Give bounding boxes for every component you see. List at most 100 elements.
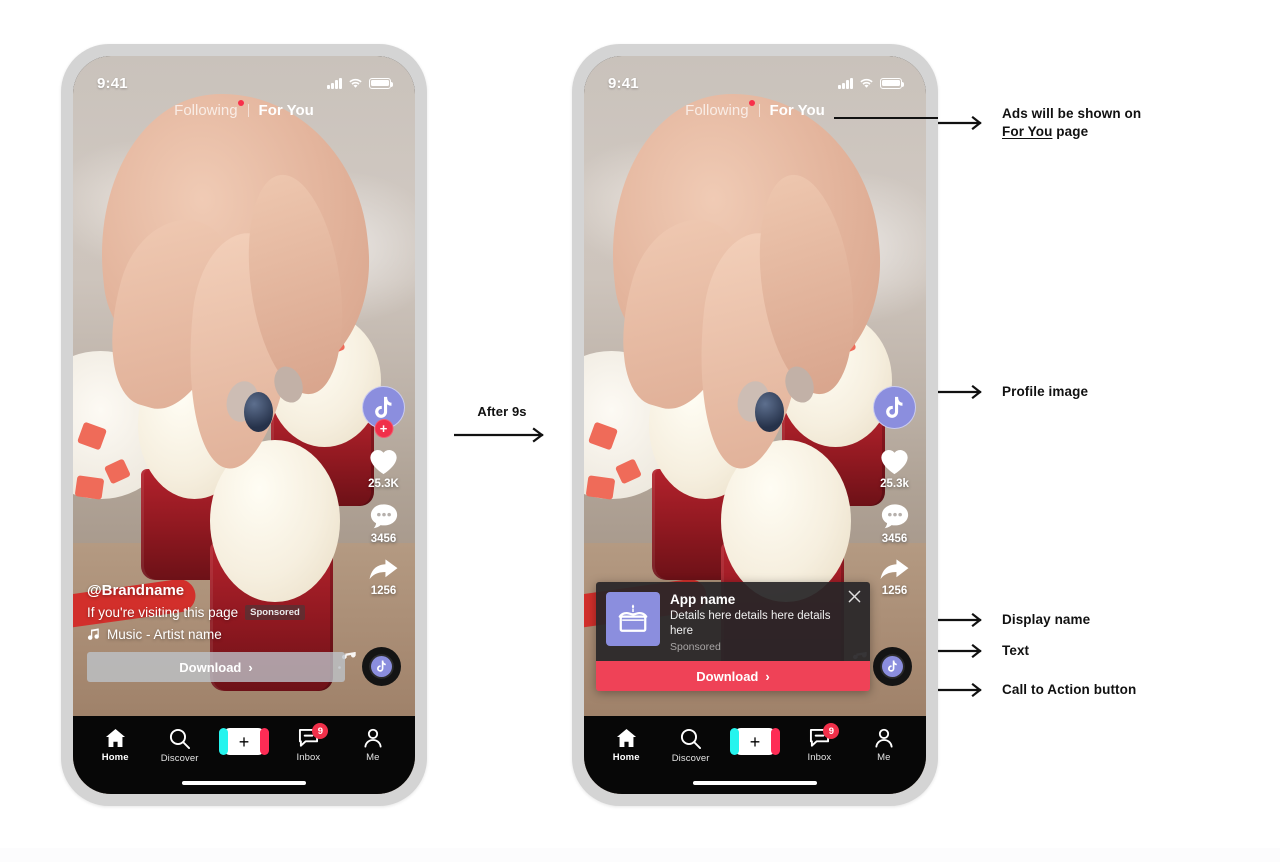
- disc-hub: [371, 656, 392, 677]
- share-count: 1256: [881, 585, 908, 597]
- battery-icon: [369, 77, 394, 89]
- nav-item-create[interactable]: +: [212, 728, 276, 755]
- like-count: 25.3K: [368, 478, 399, 490]
- tab-separator: [758, 104, 760, 117]
- nav-item-me[interactable]: Me: [852, 728, 916, 763]
- share-action[interactable]: 1256: [368, 557, 399, 597]
- comment-action[interactable]: 3456: [880, 502, 910, 545]
- anno-for-you-text: Ads will be shown on For You page: [1002, 105, 1141, 140]
- nav-item-inbox[interactable]: 9 Inbox: [787, 723, 851, 763]
- ad-text-block: App name Details here details here detai…: [670, 592, 860, 653]
- tab-for-you-label: For You: [258, 102, 314, 119]
- music-line[interactable]: Music - Artist name: [87, 627, 345, 642]
- person-icon: [875, 728, 893, 748]
- phone-screen: 9:41 Following For You: [73, 56, 415, 794]
- nav-label-inbox: Inbox: [807, 752, 832, 763]
- anno-profile-text: Profile image: [1002, 384, 1089, 399]
- phone-screen: 9:41 Following For You: [584, 56, 926, 794]
- share-arrow-icon: [369, 559, 398, 580]
- phone-after: 9:41 Following For You 25.3k 3456 1256 A…: [572, 44, 938, 806]
- battery-icon: [880, 77, 905, 89]
- cta-download-button[interactable]: Download ›: [596, 661, 870, 691]
- tab-following-label: Following: [174, 102, 238, 119]
- comment-count: 3456: [370, 533, 397, 545]
- heart-icon: [881, 450, 908, 475]
- close-icon[interactable]: [848, 590, 861, 603]
- nav-item-discover[interactable]: Discover: [147, 728, 211, 764]
- tab-separator: [247, 104, 249, 117]
- following-notification-dot: [237, 100, 244, 106]
- like-action[interactable]: 25.3K: [368, 447, 399, 490]
- nav-item-me[interactable]: Me: [341, 728, 405, 763]
- profile-image[interactable]: +: [362, 386, 405, 438]
- transition-label: After 9s: [477, 404, 527, 419]
- anno-profile: Profile image: [938, 383, 1088, 401]
- comment-icon: [881, 504, 908, 529]
- nav-item-discover[interactable]: Discover: [658, 728, 722, 764]
- transition-annotation: After 9s: [452, 404, 552, 448]
- tab-for-you-label: For You: [769, 102, 825, 119]
- page-bottom-divider: [0, 848, 1280, 862]
- ad-sponsored-label: Sponsored: [670, 641, 721, 653]
- transition-arrow-icon: [452, 427, 544, 443]
- cta-download-button[interactable]: Download ›: [87, 652, 345, 682]
- comment-action[interactable]: 3456: [369, 502, 399, 545]
- ad-card: App name Details here details here detai…: [596, 582, 870, 691]
- nav-item-home[interactable]: Home: [594, 728, 658, 763]
- anno-cta: Call to Action button: [938, 681, 1136, 699]
- tab-following[interactable]: Following: [685, 100, 755, 119]
- ad-display-name: App name: [670, 592, 736, 608]
- create-plus-icon[interactable]: +: [730, 728, 781, 755]
- person-icon: [364, 728, 382, 748]
- tab-following[interactable]: Following: [174, 100, 244, 119]
- arrow-right-icon: [938, 384, 982, 399]
- cake-icon: [618, 604, 648, 633]
- anno-text: Text: [938, 642, 1029, 660]
- cta-label: Download: [179, 659, 242, 675]
- nav-label-inbox: Inbox: [296, 752, 321, 763]
- nav-item-create[interactable]: +: [723, 728, 787, 755]
- nav-item-home[interactable]: Home: [83, 728, 147, 763]
- sponsored-badge: Sponsored: [245, 605, 305, 620]
- chevron-right-icon: ›: [248, 659, 253, 675]
- heart-icon: [370, 450, 397, 475]
- nav-label-discover: Discover: [160, 753, 199, 764]
- tab-following-label: Following: [685, 102, 749, 119]
- nav-item-inbox[interactable]: 9 Inbox: [276, 723, 340, 763]
- search-icon: [170, 728, 191, 749]
- tiktok-note-icon: [886, 396, 903, 418]
- nav-label-discover: Discover: [671, 753, 710, 764]
- nav-label-me: Me: [366, 752, 380, 763]
- profile-image[interactable]: [873, 386, 916, 429]
- music-note-icon: [87, 628, 99, 640]
- music-disc[interactable]: [362, 647, 401, 686]
- cellular-signal-icon: [838, 77, 853, 89]
- app-icon: [606, 592, 660, 647]
- status-time: 9:41: [97, 74, 128, 92]
- tab-for-you[interactable]: For You: [259, 102, 314, 119]
- create-plus-icon[interactable]: +: [219, 728, 270, 755]
- music-disc[interactable]: [873, 647, 912, 686]
- anno-display-name: Display name: [938, 611, 1090, 629]
- tab-for-you[interactable]: For You: [770, 102, 825, 119]
- share-action[interactable]: 1256: [879, 557, 910, 597]
- comment-icon: [370, 504, 397, 529]
- like-action[interactable]: 25.3k: [879, 447, 910, 490]
- top-tabs: Following For You: [73, 100, 415, 119]
- status-time: 9:41: [608, 74, 639, 92]
- wifi-icon: [860, 78, 873, 88]
- page-root: 9:41 Following For You + 25.3K 3456 1256…: [0, 0, 1280, 862]
- tiktok-note-icon: [888, 660, 897, 672]
- wifi-icon: [349, 78, 362, 88]
- home-indicator: [693, 780, 817, 785]
- follow-plus-badge[interactable]: +: [374, 419, 393, 438]
- search-icon: [681, 728, 702, 749]
- home-icon: [616, 728, 636, 748]
- description-line: If you're visiting this page Sponsored: [87, 605, 345, 620]
- inbox-badge: 9: [312, 723, 329, 739]
- anno-text-text: Text: [1002, 643, 1030, 658]
- phone-before: 9:41 Following For You + 25.3K 3456 1256…: [61, 44, 427, 806]
- status-icons: [838, 77, 905, 89]
- display-name[interactable]: @Brandname: [87, 582, 345, 599]
- arrow-right-icon: [938, 612, 982, 627]
